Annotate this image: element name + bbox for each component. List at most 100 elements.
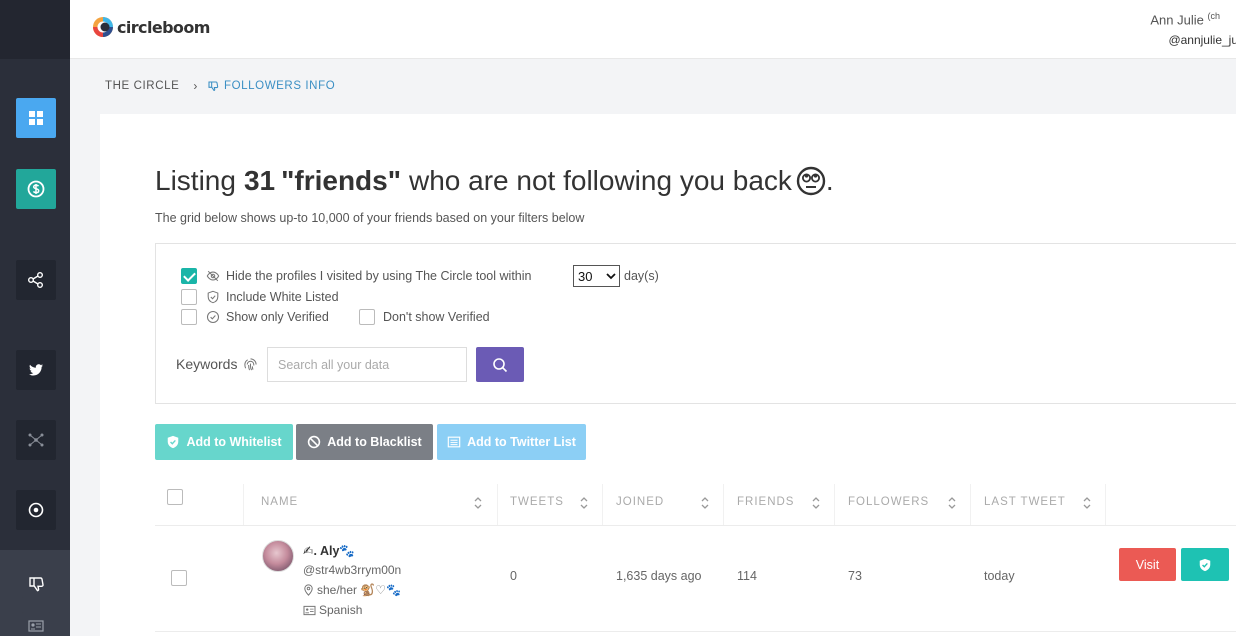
user-name[interactable]: Ann Julie (ch [1150, 11, 1220, 27]
whitelist-row-button[interactable] [1181, 548, 1229, 581]
brand-name: circleboom [117, 17, 210, 37]
user-name-suffix: (ch [1207, 11, 1220, 21]
twitter-icon[interactable] [16, 350, 56, 390]
title-count: 31 [243, 165, 276, 196]
column-separator [723, 484, 724, 526]
thumbs-down-icon [208, 81, 219, 92]
table-row-divider [155, 631, 1236, 632]
search-button[interactable] [476, 347, 524, 382]
title-keyword: "friends" [281, 165, 401, 196]
shield-check-icon [207, 290, 219, 304]
user-language-text: Spanish [319, 603, 363, 617]
column-header-followers[interactable]: FOLLOWERS [848, 496, 929, 508]
only-verified-label: Show only Verified [226, 310, 329, 324]
shield-check-icon [168, 435, 179, 449]
user-handle: @annjulie_ju [1168, 33, 1236, 47]
sort-icon[interactable] [473, 496, 483, 510]
dashboard-icon[interactable] [16, 98, 56, 138]
hide-visited-filter: Hide the profiles I visited by using The… [206, 269, 531, 283]
column-separator [243, 484, 244, 526]
sort-icon[interactable] [947, 496, 957, 510]
user-location: she/her 🐒♡🐾 [303, 583, 401, 597]
circleboom-logo[interactable]: circleboom [92, 16, 210, 38]
avatar[interactable] [262, 540, 294, 572]
add-to-whitelist-button[interactable]: Add to Whitelist [155, 424, 293, 460]
network-nodes-icon[interactable] [16, 420, 56, 460]
dont-show-verified-label: Don't show Verified [383, 310, 490, 324]
page-title: Listing 31 "friends" who are not followi… [155, 165, 834, 197]
friends-count: 114 [737, 569, 757, 583]
filter-panel: Hide the profiles I visited by using The… [155, 243, 1236, 404]
dont-show-verified-filter: Don't show Verified [383, 310, 490, 324]
user-language: Spanish [303, 603, 362, 617]
user-display-name[interactable]: ✍︎. Aly🐾 [303, 543, 355, 559]
chevron-down-icon [606, 273, 616, 280]
sort-icon[interactable] [811, 496, 821, 510]
tweets-count: 0 [510, 569, 517, 583]
title-end: . [825, 165, 834, 196]
days-select[interactable]: 30 [573, 265, 620, 287]
search-icon [493, 357, 508, 372]
dollar-icon[interactable] [16, 169, 56, 209]
eye-slash-icon [206, 270, 220, 282]
main-card: Listing 31 "friends" who are not followi… [100, 114, 1236, 636]
column-separator [602, 484, 603, 526]
keywords-label: Keywords [176, 356, 258, 372]
column-header-name[interactable]: NAME [261, 496, 298, 508]
row-select-checkbox[interactable] [171, 570, 187, 586]
whitelist-label: Add to Whitelist [186, 435, 282, 449]
title-suffix: who are not following you back [409, 165, 792, 196]
verified-badge-icon [206, 310, 220, 324]
column-header-last-tweet[interactable]: LAST TWEET [984, 496, 1066, 508]
column-separator [970, 484, 971, 526]
column-header-joined[interactable]: JOINED [616, 496, 664, 508]
sort-icon[interactable] [1082, 496, 1092, 510]
column-header-tweets[interactable]: TWEETS [510, 496, 564, 508]
blacklist-label: Add to Blacklist [327, 435, 422, 449]
column-separator [834, 484, 835, 526]
title-prefix: Listing [155, 165, 236, 196]
share-network-icon[interactable] [16, 260, 56, 300]
include-whitelisted-checkbox[interactable] [181, 289, 197, 305]
list-icon [447, 436, 461, 448]
target-icon[interactable] [16, 490, 56, 530]
add-to-blacklist-button[interactable]: Add to Blacklist [296, 424, 433, 460]
only-verified-filter: Show only Verified [206, 310, 329, 324]
days-unit-label: day(s) [624, 269, 659, 283]
page-subtitle: The grid below shows up-to 10,000 of you… [155, 211, 585, 225]
logo-mark-icon [93, 17, 113, 37]
sidebar [0, 0, 70, 636]
include-whitelisted-label: Include White Listed [226, 290, 339, 304]
visit-button[interactable]: Visit [1119, 548, 1176, 581]
column-header-friends[interactable]: FRIENDS [737, 496, 794, 508]
breadcrumb: THE CIRCLE › FOLLOWERS INFO [105, 79, 335, 93]
breadcrumb-current[interactable]: FOLLOWERS INFO [207, 80, 335, 92]
sidebar-top [0, 0, 70, 59]
keywords-label-text: Keywords [176, 356, 238, 372]
table-header-divider [155, 525, 1236, 526]
language-card-icon [303, 605, 316, 615]
hide-visited-checkbox[interactable] [181, 268, 197, 284]
user-location-text: she/her 🐒♡🐾 [317, 583, 401, 597]
fingerprint-icon [244, 357, 258, 370]
joined-date: 1,635 days ago [616, 569, 702, 583]
sort-icon[interactable] [579, 496, 589, 510]
shield-check-icon [1199, 558, 1211, 571]
rolling-eyes-emoji-icon [796, 166, 826, 196]
top-bar: circleboom Ann Julie (ch @annjulie_ju [70, 0, 1236, 59]
breadcrumb-home[interactable]: THE CIRCLE [105, 80, 179, 92]
thumbs-down-icon[interactable] [22, 570, 50, 598]
only-verified-checkbox[interactable] [181, 309, 197, 325]
user-name-text: Ann Julie [1150, 12, 1204, 28]
select-all-checkbox[interactable] [167, 489, 183, 505]
column-separator [1105, 484, 1106, 526]
keyword-search-input[interactable]: Search all your data [267, 347, 467, 382]
dont-show-verified-checkbox[interactable] [359, 309, 375, 325]
sort-icon[interactable] [700, 496, 710, 510]
add-to-twitter-list-button[interactable]: Add to Twitter List [437, 424, 586, 460]
column-separator [497, 484, 498, 526]
id-card-icon[interactable] [22, 612, 50, 636]
followers-count: 73 [848, 569, 862, 583]
breadcrumb-current-label: FOLLOWERS INFO [223, 80, 336, 92]
days-select-value: 30 [578, 268, 593, 284]
